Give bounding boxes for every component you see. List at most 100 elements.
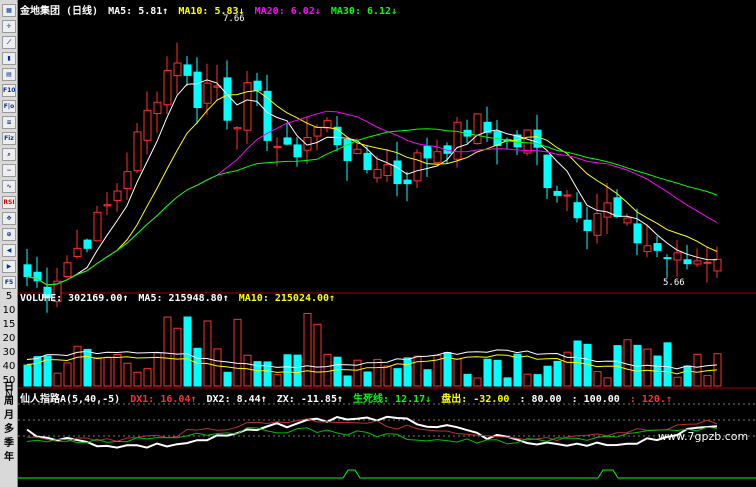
volume-bar — [683, 365, 692, 387]
low-price-label: 5.66 — [663, 278, 685, 288]
f5-icon[interactable]: F5 — [2, 276, 16, 289]
candle-body — [253, 80, 262, 91]
grid-icon[interactable]: ▤ — [2, 68, 16, 81]
shengsi-readout: 生死线: 12.17↓ — [353, 394, 432, 405]
period-month[interactable]: 月 — [0, 406, 18, 421]
candle-body — [613, 197, 622, 217]
volume-bar — [343, 375, 352, 387]
chart-type-icon[interactable]: ▦ — [2, 4, 16, 17]
candle-body — [363, 152, 372, 170]
zoom-icon[interactable]: ⊕ — [2, 228, 16, 241]
candle-body — [283, 137, 292, 145]
volume-bar — [403, 357, 412, 387]
period-week[interactable]: 周 — [0, 392, 18, 407]
volume-bar — [243, 354, 252, 387]
candle-body — [403, 179, 412, 185]
candle-body — [273, 146, 282, 149]
candle-body — [593, 213, 602, 236]
price-header: 金地集团 (日线) MA5: 5.81↑ MA10: 5.83↓ MA20: 6… — [20, 2, 401, 17]
volume-bar — [533, 374, 542, 387]
dx1-line — [26, 415, 718, 449]
candle-body — [673, 252, 682, 261]
volume-bar — [193, 347, 202, 387]
axis-label: 20 — [2, 333, 16, 344]
candle-body — [543, 154, 552, 189]
candle-body — [123, 171, 132, 190]
axis-label: 15 — [2, 319, 16, 330]
period-day[interactable]: 日 — [0, 378, 18, 393]
rsi-icon[interactable]: RSI — [2, 196, 16, 209]
candle-body — [113, 190, 122, 201]
f10-icon[interactable]: F10 — [2, 84, 16, 97]
candle-body — [603, 202, 612, 218]
volume-bar — [143, 368, 152, 387]
candle-body — [523, 129, 532, 154]
candle-body — [393, 160, 402, 185]
volume-bar — [183, 316, 192, 387]
period-season[interactable]: 季 — [0, 434, 18, 449]
volume-bar — [333, 356, 342, 387]
candle-body — [143, 109, 152, 141]
candle-body — [623, 217, 632, 224]
volume-bar — [313, 323, 322, 387]
candle-body — [173, 62, 182, 77]
indicator-name: 仙人指路A(5,40,-5) — [20, 394, 121, 405]
volume-bar — [673, 376, 682, 387]
volume-header: VOLUME: 302169.00↑ MA5: 215948.80↑ MA10:… — [20, 293, 339, 304]
period-year[interactable]: 年 — [0, 448, 18, 463]
crosshair-icon[interactable]: ✛ — [2, 20, 16, 33]
fo-icon[interactable]: F|o — [2, 100, 16, 113]
fiz-icon[interactable]: Fiz — [2, 132, 16, 145]
axis-label: 10 — [2, 305, 16, 316]
candle-body — [133, 131, 142, 172]
candle-body — [93, 211, 102, 242]
wave-icon[interactable]: ∿ — [2, 180, 16, 193]
volume-bar — [573, 340, 582, 387]
candle-body — [163, 70, 172, 106]
volume-bar — [113, 354, 122, 387]
volume-bar — [233, 318, 242, 387]
volume-bar — [453, 358, 462, 387]
move-icon[interactable]: ✥ — [2, 212, 16, 225]
volume-bar — [203, 320, 212, 387]
volume-bar — [173, 327, 182, 387]
candle-body — [223, 77, 232, 121]
ma20-readout: MA20: 6.02↓ — [254, 6, 321, 17]
indicator-header: 仙人指路A(5,40,-5) DX1: 16.04↑ DX2: 8.44↑ ZX… — [20, 390, 676, 405]
volume-bar — [123, 362, 132, 387]
volume-bar — [663, 342, 672, 387]
candle-body — [633, 223, 642, 244]
arrow-right-icon[interactable]: ▶ — [2, 260, 16, 273]
arrow-left-icon[interactable]: ◀ — [2, 244, 16, 257]
volume-bar — [543, 365, 552, 387]
candle-body — [583, 219, 592, 232]
period-multi[interactable]: 多 — [0, 420, 18, 435]
candle-body — [203, 82, 212, 104]
vol-ma10-readout: MA10: 215024.00↑ — [238, 293, 336, 304]
volume-bar — [273, 374, 282, 387]
left-toolbar: ▦ ✛ ⟋ ▮ ▤ F10 F|o ≡ Fiz ⌕ − ∿ RSI ✥ ⊕ ◀ … — [0, 0, 18, 487]
volume-bar — [703, 375, 712, 387]
list-icon[interactable]: ≡ — [2, 116, 16, 129]
v100-readout: : 100.00 — [571, 394, 620, 405]
candle-body — [663, 257, 672, 260]
volume-bar — [323, 353, 332, 387]
search-icon[interactable]: ⌕ — [2, 148, 16, 161]
candle-icon[interactable]: ▮ — [2, 52, 16, 65]
volume-bar — [593, 371, 602, 387]
candle-body — [83, 239, 92, 249]
high-price-label: 7.66 — [223, 14, 245, 24]
volume-bar — [63, 362, 72, 387]
volume-bar — [423, 369, 432, 387]
candle-body — [473, 113, 482, 144]
volume-bar — [493, 359, 502, 387]
candle-body — [313, 126, 322, 137]
chart-area[interactable]: 金地集团 (日线) MA5: 5.81↑ MA10: 5.83↓ MA20: 6… — [18, 0, 756, 487]
candle-body — [453, 121, 462, 160]
stock-title: 金地集团 (日线) — [20, 6, 99, 17]
line-icon[interactable]: ⟋ — [2, 36, 16, 49]
volume-bar — [693, 353, 702, 387]
minus-icon[interactable]: − — [2, 164, 16, 177]
volume-bar — [33, 356, 42, 387]
candle-body — [703, 261, 712, 264]
